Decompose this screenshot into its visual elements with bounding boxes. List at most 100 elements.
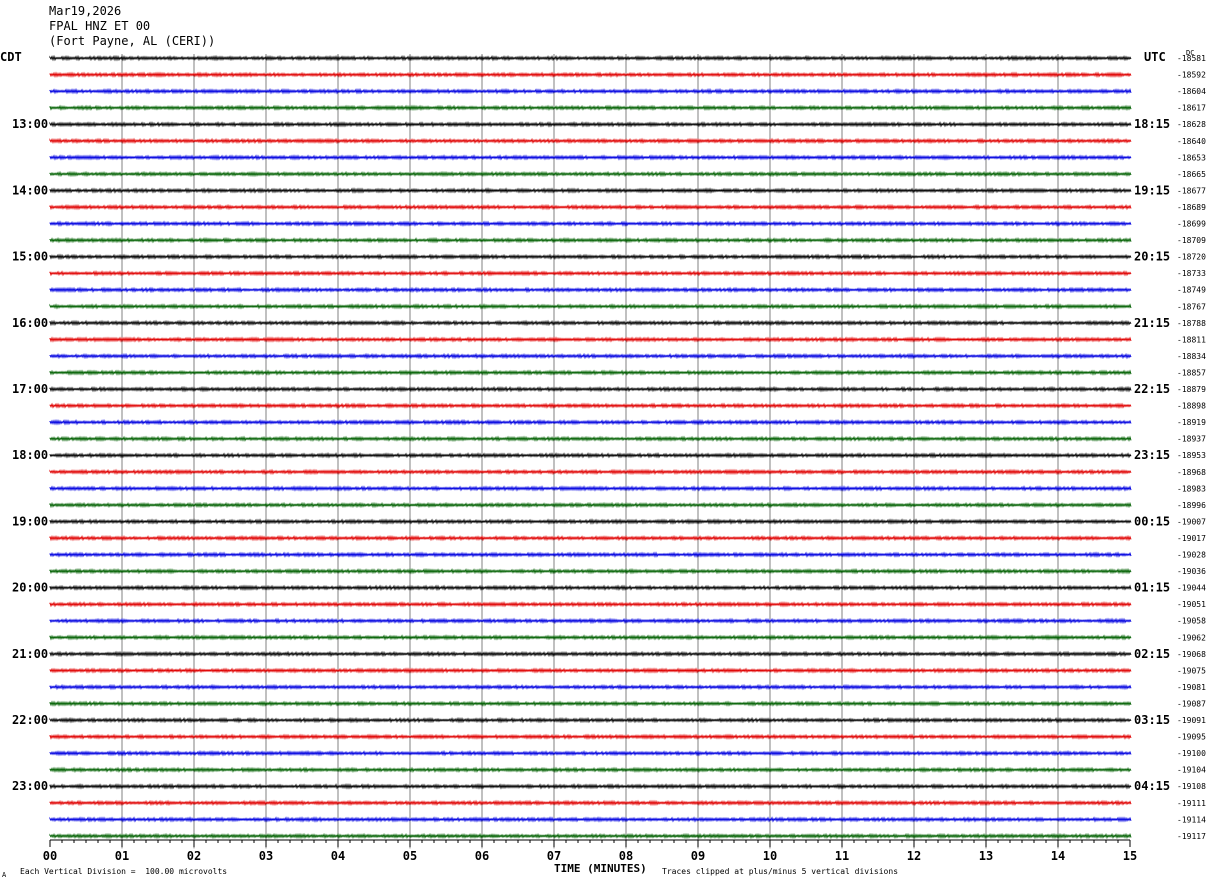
- trace-count-label: -18665: [1177, 170, 1206, 179]
- trace-count-label: -19028: [1177, 551, 1206, 560]
- trace-count-label: -18709: [1177, 236, 1206, 245]
- right-hour-label: 21:15: [1134, 316, 1170, 330]
- x-tick-label: 05: [403, 849, 417, 863]
- trace-line: [49, 170, 1132, 178]
- trace-line: [49, 567, 1132, 575]
- trace-count-label: -18653: [1177, 153, 1206, 162]
- trace-count-label: -18699: [1177, 220, 1206, 229]
- trace-line: [49, 270, 1132, 277]
- right-hour-label: 22:15: [1134, 382, 1170, 396]
- x-tick-label: 15: [1123, 849, 1137, 863]
- trace-line: [49, 468, 1132, 476]
- left-hour-label: 22:00: [12, 713, 48, 727]
- trace-count-label: -19062: [1177, 633, 1206, 642]
- trace-count-label: -19017: [1177, 534, 1206, 543]
- trace-line: [49, 667, 1132, 674]
- trace-count-label: -19075: [1177, 666, 1206, 675]
- x-tick-label: 13: [979, 849, 993, 863]
- trace-line: [49, 733, 1132, 740]
- right-hour-label: 18:15: [1134, 117, 1170, 131]
- trace-line: [49, 137, 1132, 145]
- trace-count-label: -19058: [1177, 617, 1206, 626]
- x-axis-label: TIME (MINUTES): [554, 862, 647, 875]
- trace-count-label: -18581: [1177, 54, 1206, 63]
- x-tick-label: 08: [619, 849, 633, 863]
- x-tick-label: 07: [547, 849, 561, 863]
- right-hour-label: 23:15: [1134, 448, 1170, 462]
- trace-line: [49, 700, 1132, 707]
- left-hour-label: 13:00: [12, 117, 48, 131]
- right-hour-label: 19:15: [1134, 183, 1170, 197]
- trace-count-label: -18628: [1177, 120, 1206, 129]
- trace-line: [49, 799, 1132, 807]
- right-hour-label: 04:15: [1134, 779, 1170, 793]
- left-hour-label: 23:00: [12, 779, 48, 793]
- trace-count-label: -18983: [1177, 484, 1206, 493]
- trace-line: [49, 71, 1132, 78]
- trace-line: [49, 518, 1132, 525]
- trace-line: [49, 54, 1132, 62]
- trace-line: [49, 121, 1132, 128]
- trace-line: [49, 816, 1132, 823]
- trace-line: [49, 87, 1132, 95]
- trace-count-label: -19117: [1177, 832, 1206, 841]
- trace-count-label: -18720: [1177, 253, 1206, 262]
- trace-line: [49, 749, 1132, 757]
- trace-line: [49, 832, 1132, 840]
- trace-count-label: -18811: [1177, 335, 1206, 344]
- trace-line: [49, 203, 1132, 211]
- x-tick-label: 09: [691, 849, 705, 863]
- trace-count-label: -19051: [1177, 600, 1206, 609]
- clipping-note: Traces clipped at plus/minus 5 vertical …: [662, 867, 899, 876]
- trace-count-label: -18968: [1177, 468, 1206, 477]
- right-hour-label: 02:15: [1134, 647, 1170, 661]
- trace-count-label: -19111: [1177, 799, 1206, 808]
- vertical-scale-note: Each Vertical Division = 100.00 microvol…: [20, 867, 228, 876]
- x-tick-label: 10: [763, 849, 777, 863]
- trace-count-label: -19095: [1177, 733, 1206, 742]
- x-tick-label: 01: [115, 849, 129, 863]
- trace-line: [49, 336, 1132, 343]
- trace-count-label: -19091: [1177, 716, 1206, 725]
- trace-line: [49, 584, 1132, 592]
- trace-count-label: -18733: [1177, 269, 1206, 278]
- trace-line: [49, 534, 1132, 542]
- trace-count-label: -19114: [1177, 815, 1206, 824]
- trace-count-label: -19100: [1177, 749, 1206, 758]
- trace-line: [49, 154, 1132, 161]
- trace-count-label: -18640: [1177, 137, 1206, 146]
- trace-line: [49, 766, 1132, 774]
- trace-line: [49, 236, 1132, 244]
- left-hour-label: 20:00: [12, 581, 48, 595]
- trace-count-label: -18604: [1177, 87, 1206, 96]
- trace-line: [49, 369, 1132, 376]
- trace-line: [49, 451, 1132, 459]
- left-hour-label: 17:00: [12, 382, 48, 396]
- left-hour-label: 14:00: [12, 183, 48, 197]
- trace-line: [49, 485, 1132, 492]
- left-hour-label: 21:00: [12, 647, 48, 661]
- trace-count-label: -18788: [1177, 319, 1206, 328]
- left-hour-label: 15:00: [12, 250, 48, 264]
- trace-line: [49, 286, 1132, 294]
- trace-line: [49, 319, 1132, 327]
- x-tick-label: 03: [259, 849, 273, 863]
- trace-count-label: -18919: [1177, 418, 1206, 427]
- trace-count-label: -18767: [1177, 302, 1206, 311]
- trace-count-label: -19044: [1177, 584, 1206, 593]
- left-hour-label: 18:00: [12, 448, 48, 462]
- trace-count-label: -19007: [1177, 517, 1206, 526]
- trace-line: [49, 650, 1132, 658]
- trace-line: [49, 402, 1132, 409]
- trace-count-label: -19081: [1177, 683, 1206, 692]
- trace-count-label: -19108: [1177, 782, 1206, 791]
- trace-line: [49, 551, 1132, 559]
- trace-count-label: -19068: [1177, 650, 1206, 659]
- trace-count-label: -18937: [1177, 435, 1206, 444]
- trace-line: [49, 634, 1132, 641]
- trace-count-label: -18857: [1177, 368, 1206, 377]
- trace-count-label: -18953: [1177, 451, 1206, 460]
- trace-line: [49, 435, 1132, 443]
- x-tick-label: 06: [475, 849, 489, 863]
- trace-count-label: -18617: [1177, 104, 1206, 113]
